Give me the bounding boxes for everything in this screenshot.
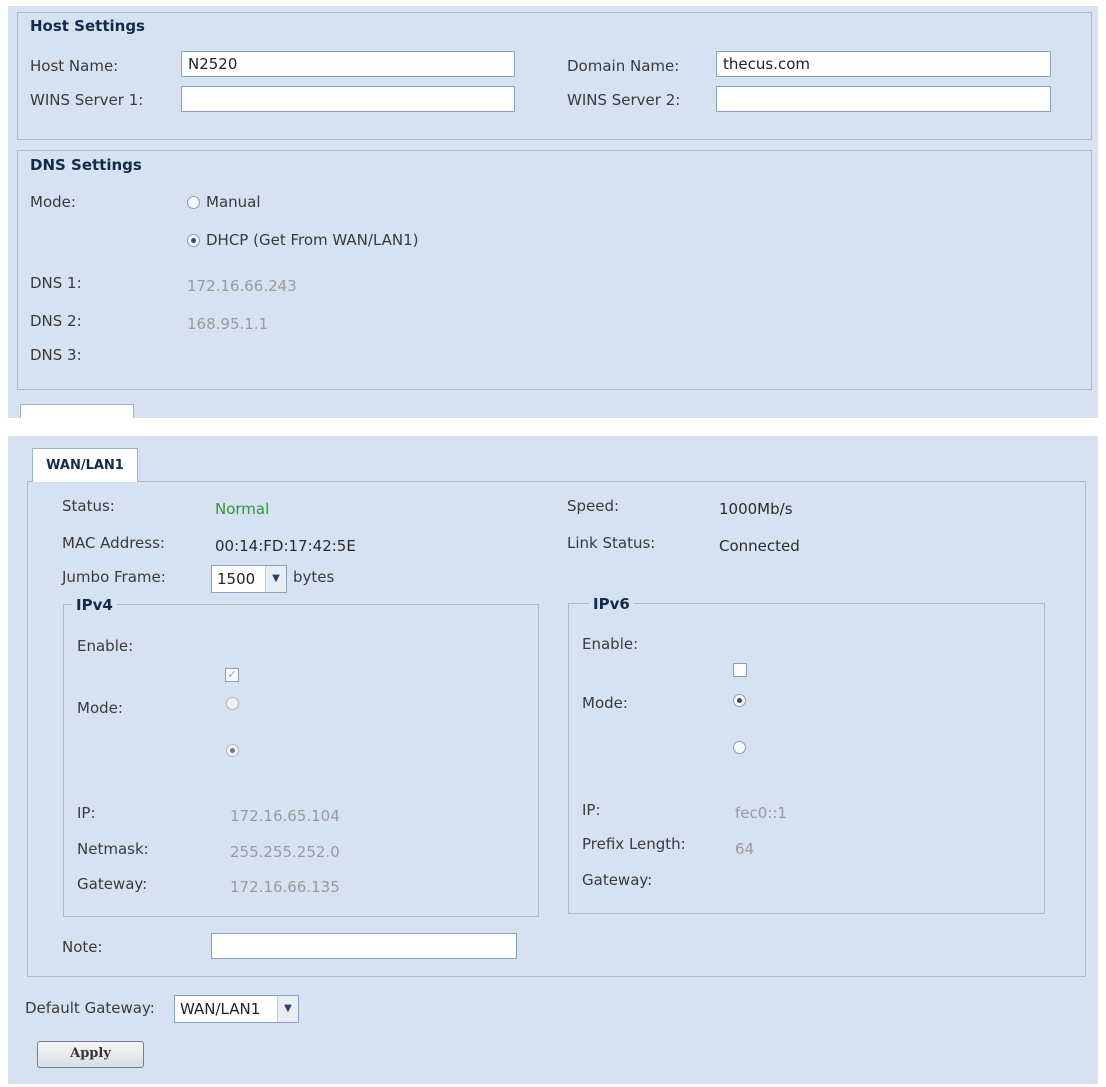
ipv6-mode-radio-2[interactable]	[733, 741, 746, 754]
dns1-label: DNS 1:	[30, 274, 82, 292]
dns-mode-manual-radio[interactable]	[187, 196, 200, 209]
note-input[interactable]	[211, 933, 517, 959]
mac-address-value: 00:14:FD:17:42:5E	[215, 537, 356, 555]
ipv6-ip-value: fec0::1	[735, 804, 787, 822]
dns3-label: DNS 3:	[30, 346, 82, 364]
jumbo-frame-value: 1500	[217, 570, 256, 588]
ipv6-mode-radio-1[interactable]	[733, 694, 746, 707]
ipv4-mode-radio-2[interactable]	[226, 744, 239, 757]
ipv6-enable-label: Enable:	[582, 635, 639, 653]
dns-mode-dhcp-label[interactable]: DHCP (Get From WAN/LAN1)	[206, 231, 419, 249]
host-name-input[interactable]	[181, 51, 515, 77]
ipv6-fieldset	[568, 603, 1045, 914]
wins-server-2-input[interactable]	[716, 86, 1051, 112]
ipv4-gateway-value: 172.16.66.135	[230, 878, 340, 896]
jumbo-frame-select[interactable]: 1500 ▼	[211, 565, 287, 593]
domain-name-input[interactable]	[716, 51, 1051, 77]
jumbo-frame-unit: bytes	[293, 568, 335, 586]
apply-button[interactable]: Apply	[37, 1041, 144, 1068]
wins-server-1-input[interactable]	[181, 86, 515, 112]
host-settings-title: Host Settings	[30, 17, 145, 35]
default-gateway-value: WAN/LAN1	[180, 1000, 261, 1018]
default-gateway-label: Default Gateway:	[25, 999, 155, 1017]
wins-server-2-label: WINS Server 2:	[567, 91, 681, 109]
ipv4-fieldset	[63, 604, 539, 917]
ipv6-prefix-length-value: 64	[735, 840, 755, 858]
ipv6-ip-label: IP:	[582, 801, 601, 819]
ipv6-title: IPv6	[589, 595, 634, 613]
ipv6-gateway-label: Gateway:	[582, 871, 653, 889]
ipv4-netmask-label: Netmask:	[77, 840, 149, 858]
dns2-value: 168.95.1.1	[187, 315, 269, 333]
dns-mode-manual-label[interactable]: Manual	[206, 193, 261, 211]
domain-name-label: Domain Name:	[567, 57, 680, 75]
wins-server-1-label: WINS Server 1:	[30, 91, 144, 109]
speed-value: 1000Mb/s	[719, 500, 793, 518]
dns-settings-title: DNS Settings	[30, 156, 142, 174]
status-label: Status:	[62, 497, 115, 515]
dns-settings-fieldset	[17, 150, 1092, 390]
ipv6-enable-checkbox[interactable]	[733, 663, 747, 677]
ipv4-title: IPv4	[72, 596, 117, 614]
status-value: Normal	[215, 500, 270, 518]
dns2-label: DNS 2:	[30, 312, 82, 330]
speed-label: Speed:	[567, 497, 620, 515]
default-gateway-select[interactable]: WAN/LAN1 ▼	[174, 995, 299, 1023]
ipv6-prefix-length-label: Prefix Length:	[582, 835, 686, 853]
ipv4-enable-checkbox[interactable]: ✓	[225, 668, 239, 682]
tab-wan-lan1[interactable]: WAN/LAN1	[32, 448, 138, 482]
ipv4-ip-value: 172.16.65.104	[230, 807, 340, 825]
note-label: Note:	[62, 938, 103, 956]
chevron-down-icon[interactable]: ▼	[265, 566, 286, 592]
ipv6-mode-label: Mode:	[582, 694, 628, 712]
ipv4-gateway-label: Gateway:	[77, 875, 148, 893]
link-status-value: Connected	[719, 537, 800, 555]
ipv4-enable-label: Enable:	[77, 637, 134, 655]
cropped-tab-fragment	[20, 404, 134, 418]
ipv4-mode-radio-1[interactable]	[226, 697, 239, 710]
dns1-value: 172.16.66.243	[187, 277, 297, 295]
ipv4-mode-label: Mode:	[77, 699, 123, 717]
host-name-label: Host Name:	[30, 57, 119, 75]
mac-address-label: MAC Address:	[62, 534, 165, 552]
link-status-label: Link Status:	[567, 534, 656, 552]
ipv4-ip-label: IP:	[77, 804, 96, 822]
dns-mode-dhcp-radio[interactable]	[187, 234, 200, 247]
chevron-down-icon[interactable]: ▼	[277, 996, 298, 1022]
jumbo-frame-label: Jumbo Frame:	[62, 568, 166, 586]
ipv4-netmask-value: 255.255.252.0	[230, 843, 340, 861]
dns-mode-label: Mode:	[30, 193, 76, 211]
